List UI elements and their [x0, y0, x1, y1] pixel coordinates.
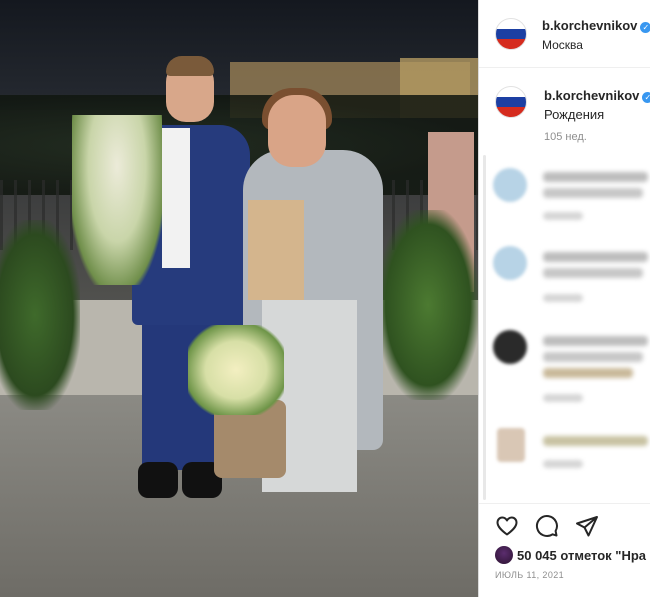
comment-time-blurred — [543, 294, 583, 302]
photo-bouquet — [72, 115, 162, 285]
author-username[interactable]: b.korchevnikov ✓ — [542, 18, 650, 33]
comment-icon[interactable] — [535, 514, 559, 538]
photo-man-hair — [166, 56, 214, 76]
comment-avatar[interactable] — [493, 246, 527, 280]
comment-text-blurred — [543, 172, 648, 182]
comment-time-blurred — [543, 212, 583, 220]
send-icon[interactable] — [575, 514, 599, 538]
comment-text-blurred — [543, 436, 648, 446]
verified-badge-icon: ✓ — [642, 92, 650, 103]
photo-shoe — [138, 462, 178, 498]
post-date[interactable]: ИЮЛЬ 11, 2021 — [495, 570, 564, 580]
comment-avatar[interactable] — [497, 428, 525, 462]
photo-bush — [378, 210, 478, 400]
comments-scrollbar[interactable] — [483, 155, 486, 500]
liker-avatar[interactable] — [495, 546, 513, 564]
photo-man-shirt — [162, 128, 190, 268]
author-avatar[interactable] — [495, 18, 527, 50]
post-side-panel: b.korchevnikov ✓ Москва b.korchevnikov ✓ Р… — [479, 0, 650, 597]
comment-text-blurred — [543, 252, 648, 262]
author-username-text[interactable]: b.korchevnikov — [542, 18, 637, 33]
comment-avatar[interactable] — [493, 330, 527, 364]
caption-username[interactable]: b.korchevnikov ✓ — [544, 88, 650, 103]
post-location[interactable]: Москва — [542, 38, 583, 52]
comment-text-blurred — [543, 268, 643, 278]
comment-item — [493, 330, 650, 410]
header-divider — [479, 67, 650, 68]
comment-avatar[interactable] — [493, 168, 527, 202]
comment-text-blurred — [543, 352, 643, 362]
comment-text-blurred — [543, 368, 633, 378]
photo-woman-head — [268, 95, 326, 167]
likes-text[interactable]: 50 045 отметок "Нра — [517, 548, 646, 563]
photo-bush — [0, 220, 80, 410]
verified-badge-icon: ✓ — [640, 22, 650, 33]
comment-item — [493, 428, 650, 488]
comment-item — [493, 168, 650, 228]
photo-woman-top — [248, 200, 304, 300]
caption-avatar[interactable] — [495, 86, 527, 118]
comment-item — [493, 246, 650, 306]
caption-time: 105 нед. — [544, 131, 587, 143]
comment-time-blurred — [543, 394, 583, 402]
comment-text-blurred — [543, 188, 643, 198]
comment-time-blurred — [543, 460, 583, 468]
actions-divider — [479, 503, 650, 504]
likes-count[interactable]: 50 045 отметок "Нра — [495, 546, 646, 566]
post-photo[interactable] — [0, 0, 478, 597]
photo-bouquet — [188, 325, 284, 415]
comment-text-blurred — [543, 336, 648, 346]
caption-username-text[interactable]: b.korchevnikov — [544, 88, 639, 103]
heart-icon[interactable] — [495, 514, 519, 538]
caption-text: Рождения — [544, 107, 605, 122]
